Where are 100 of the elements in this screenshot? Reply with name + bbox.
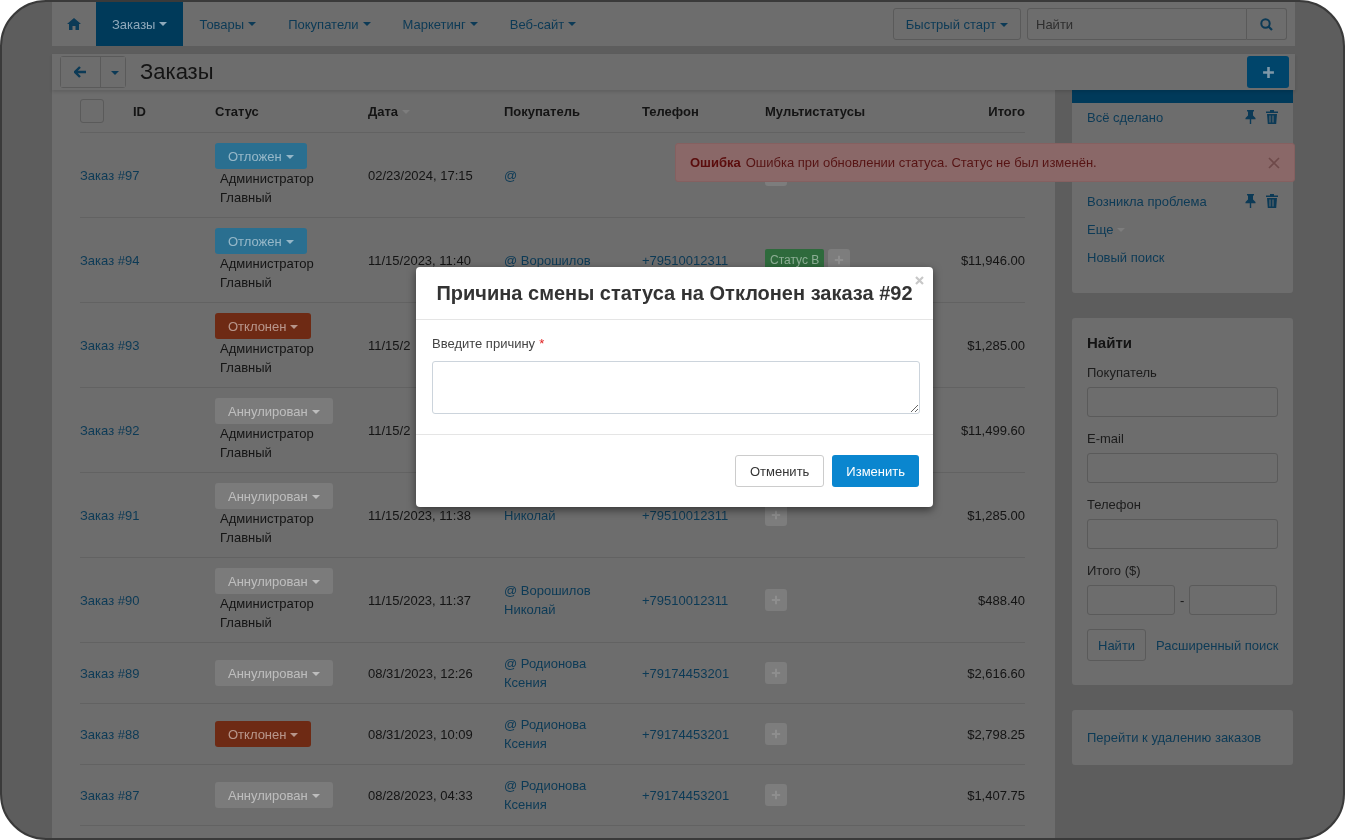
search-field[interactable]: Найти (1027, 8, 1247, 40)
advanced-search-link[interactable]: Расширенный поиск (1156, 637, 1279, 653)
order-total: $1,407.75 (967, 786, 1025, 805)
column-header[interactable]: Статус (215, 103, 259, 119)
status-author: Главный (219, 189, 272, 207)
close-icon (915, 276, 924, 285)
phone-link[interactable]: +79510012311 (642, 590, 729, 610)
alert-message: Ошибка при обновлении статуса. Статус не был изменён. (745, 155, 1098, 170)
order-date: 11/15/2023, 11:37 (368, 591, 471, 610)
caret-icon (311, 580, 320, 585)
status-dropdown-button[interactable]: Аннулирован (215, 660, 333, 686)
close-button[interactable] (915, 276, 924, 285)
caret-icon (311, 410, 320, 415)
trash-icon[interactable] (1266, 194, 1278, 208)
customer-link[interactable]: Ксения (504, 734, 547, 753)
order-total: $11,499.60 (960, 421, 1025, 440)
customer-link[interactable]: Ксения (504, 795, 547, 814)
order-date: 08/31/2023, 10:09 (368, 725, 473, 744)
find-button[interactable]: Найти (1087, 629, 1147, 661)
customer-link[interactable]: @ Ворошилов (504, 581, 591, 600)
order-total: $2,616.60 (967, 664, 1025, 683)
status-dropdown-button[interactable]: Отклонен (215, 721, 312, 747)
status-dropdown-button[interactable]: Аннулирован (215, 568, 333, 594)
order-link[interactable]: Заказ #88 (80, 724, 140, 744)
close-icon[interactable] (1268, 156, 1280, 169)
reason-field[interactable] (432, 361, 920, 414)
customer-link[interactable]: @ Родионова (504, 715, 587, 734)
status-dropdown-button[interactable]: Отклонен (215, 313, 312, 339)
nav-tab[interactable]: Веб-сайт (493, 2, 593, 46)
back-button[interactable] (61, 57, 101, 87)
order-link[interactable]: Заказ #91 (80, 505, 140, 525)
customer-link[interactable]: Николай (504, 600, 556, 619)
status-dropdown-button[interactable]: Отложен (215, 143, 307, 169)
order-link[interactable]: Заказ #89 (80, 663, 140, 683)
pin-icon[interactable] (1245, 110, 1256, 124)
status-author: Главный (219, 359, 272, 377)
column-header[interactable]: Телефон (642, 103, 699, 119)
customer-link[interactable]: @ Родионова (504, 654, 587, 673)
caret-icon (290, 325, 299, 330)
nav-tab[interactable]: Маркетинг (386, 2, 494, 46)
nav-tab[interactable]: Товары (183, 2, 273, 46)
customer-link[interactable]: @ Родионова (504, 776, 587, 795)
column-header[interactable]: Итого (988, 103, 1025, 119)
order-link[interactable]: Заказ #92 (80, 420, 140, 440)
status-dropdown-button[interactable]: Отложен (215, 228, 307, 254)
phone-link[interactable]: +79174453201 (642, 785, 730, 805)
caret-icon (469, 22, 478, 26)
customer-link[interactable]: @ Ворошилов (504, 250, 591, 270)
column-header[interactable]: Покупатель (504, 103, 580, 119)
order-link[interactable]: Заказ #94 (80, 250, 140, 270)
phone-link[interactable]: +79510012311 (642, 505, 729, 525)
trash-icon[interactable] (1266, 110, 1278, 124)
caret-icon (311, 794, 320, 799)
pin-icon[interactable] (1245, 194, 1256, 208)
order-link[interactable]: Заказ #93 (80, 335, 140, 355)
order-date: 11/15/2 (368, 421, 411, 440)
saved-search-link[interactable]: Возникла проблема (1087, 193, 1235, 209)
nav-tab[interactable]: Заказы (96, 2, 184, 46)
order-link[interactable]: Заказ #97 (80, 165, 140, 185)
caret-icon (159, 22, 168, 26)
modal-title: Причина смены статуса на Отклонен заказа #92 (436, 281, 913, 305)
column-header[interactable]: ID (133, 103, 146, 119)
status-dropdown-button[interactable]: Аннулирован (215, 483, 333, 509)
order-link[interactable]: Заказ #90 (80, 590, 140, 610)
delete-orders-link[interactable]: Перейти к удалению заказов (1087, 730, 1262, 745)
field-label: Покупатель (1087, 365, 1158, 380)
customer-link[interactable]: Николай (504, 505, 556, 525)
search-icon (1260, 17, 1273, 31)
phone-link[interactable]: +79510012311 (642, 250, 729, 270)
status-author: Главный (219, 444, 272, 462)
order-link[interactable]: Заказ #87 (80, 785, 140, 805)
status-author: Администратор (219, 340, 314, 358)
search-button[interactable] (1247, 8, 1287, 40)
order-total: $11,946.00 (960, 251, 1025, 270)
customer-link[interactable]: Ксения (504, 673, 547, 692)
phone-link[interactable]: +79174453201 (642, 724, 730, 744)
status-dropdown-button[interactable]: Аннулирован (215, 398, 333, 424)
home-icon[interactable] (67, 18, 81, 30)
status-dropdown-button[interactable]: Аннулирован (215, 782, 333, 808)
quick-start-button[interactable]: Быстрый старт (892, 8, 1021, 40)
plus-icon (834, 255, 845, 265)
nav-tab[interactable]: Покупатели (272, 2, 387, 46)
submit-button[interactable]: Изменить (832, 455, 919, 487)
status-author: Администратор (219, 510, 314, 528)
add-button[interactable] (1247, 56, 1289, 88)
caret-icon (568, 22, 577, 26)
column-header[interactable]: Дата (368, 103, 411, 119)
order-date: 02/23/2024, 17:15 (368, 166, 473, 185)
more-dropdown[interactable]: Еще (1087, 221, 1278, 237)
new-search-link[interactable]: Новый поиск (1087, 249, 1278, 265)
cancel-button[interactable]: Отменить (734, 455, 825, 487)
saved-search-link[interactable]: Всё сделано (1087, 109, 1235, 125)
field-label: Введите причину * (432, 336, 545, 351)
order-date: 11/15/2023, 11:40 (368, 251, 471, 270)
phone-link[interactable]: +79174453201 (642, 663, 730, 683)
column-header[interactable]: Мультистатусы (765, 103, 866, 119)
range-separator: - (1180, 592, 1185, 608)
caret-icon (290, 733, 299, 738)
customer-link[interactable]: @ (504, 165, 518, 185)
caret-icon (285, 155, 294, 160)
